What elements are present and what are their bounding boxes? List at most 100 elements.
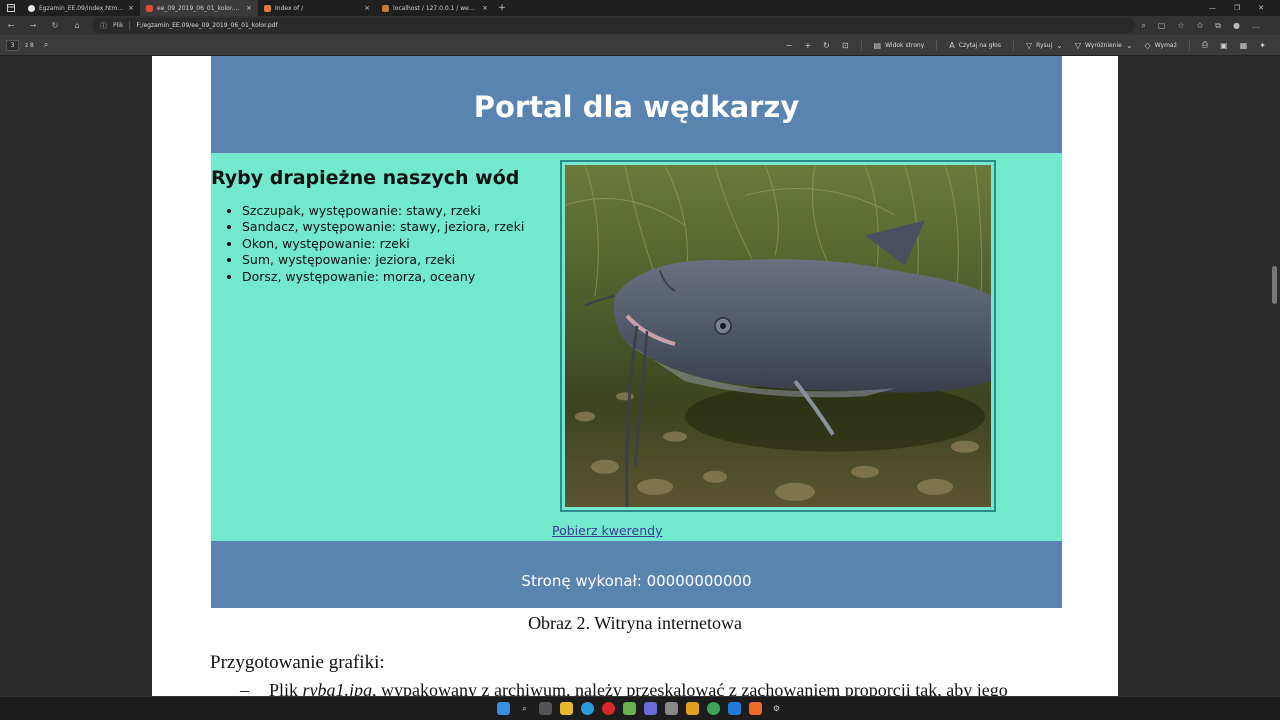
bullet-text: , wypakowany z archiwum, należy przeskal…: [372, 680, 1008, 696]
pin-icon[interactable]: ✦: [1259, 41, 1266, 50]
profile-icon[interactable]: ●: [1233, 21, 1240, 31]
zoom-icon[interactable]: ⌕: [1141, 21, 1145, 31]
home-icon[interactable]: ⌂: [66, 21, 88, 30]
xampp-icon[interactable]: [749, 702, 762, 715]
save-icon[interactable]: ▣: [1220, 41, 1228, 50]
tab-label: Egzamin_EE.09/index.html at ma: [39, 4, 125, 12]
page-count: z 8: [25, 41, 34, 49]
pdf-viewer[interactable]: Portal dla wędkarzy Ryby drapieżne naszy…: [0, 56, 1280, 696]
opera-icon[interactable]: [602, 702, 615, 715]
divider: [1188, 39, 1190, 51]
print-icon[interactable]: ⎙: [1202, 40, 1208, 50]
app-icon[interactable]: [644, 702, 657, 715]
address-field[interactable]: ⓘ Plik F:/egzamin_EE.09/ee_09_2019_06_01…: [92, 18, 1136, 33]
figure-caption: Obraz 2. Witryna internetowa: [528, 613, 742, 633]
read-mode-icon[interactable]: ▢: [1158, 21, 1166, 31]
zoom-in-icon[interactable]: +: [804, 41, 811, 50]
website-left-column: Ryby drapieżne naszych wód Szczupak, wys…: [211, 167, 551, 285]
highlight-button[interactable]: ▽ Wyróżnienie ⌄: [1075, 41, 1133, 50]
read-aloud-button[interactable]: A Czytaj na głos: [949, 41, 1001, 50]
browser-tab-active[interactable]: ee_09_2019_06_01_kolor.pdf ×: [140, 0, 258, 16]
page-number-input[interactable]: 3: [6, 39, 19, 51]
url-text[interactable]: F:/egzamin_EE.09/ee_09_2019_06_01_kolor.…: [136, 22, 277, 29]
chrome-icon[interactable]: [707, 702, 720, 715]
restore-icon[interactable]: ❐: [1234, 4, 1240, 12]
github-icon: [28, 4, 35, 12]
tab-close-icon[interactable]: ×: [246, 4, 252, 12]
window-controls: — ❐ ✕: [1209, 4, 1280, 12]
chevron-down-icon[interactable]: ⌄: [1126, 41, 1133, 50]
section-heading: Przygotowanie grafiki:: [210, 652, 385, 673]
refresh-icon[interactable]: ↻: [44, 21, 66, 30]
browser-tab[interactable]: Index of / ×: [258, 0, 376, 16]
minimize-icon[interactable]: —: [1209, 4, 1216, 12]
back-icon[interactable]: ←: [0, 21, 22, 30]
scrollbar-thumb[interactable]: [1272, 266, 1277, 304]
browser-tab[interactable]: Egzamin_EE.09/index.html at ma ×: [22, 0, 140, 16]
pdf-toolbar: 3 z 8 ⌕ − + ↻ ⊡ ▤ Widok strony A Czytaj na…: [0, 35, 1280, 56]
divider: [936, 39, 938, 51]
read-aloud-icon: A: [949, 40, 955, 50]
taskbar: ⌕ ⚙: [0, 696, 1280, 720]
page-view-icon: ▤: [873, 40, 882, 50]
search-icon[interactable]: ⌕: [44, 40, 48, 50]
draw-button[interactable]: ▽ Rysuj ⌄: [1026, 41, 1063, 50]
list-item: Sandacz, występowanie: stawy, jeziora, r…: [242, 219, 551, 235]
settings-icon[interactable]: ⚙: [770, 702, 783, 715]
notepad-icon[interactable]: [623, 702, 636, 715]
draw-icon: ▽: [1025, 40, 1033, 50]
zoom-out-icon[interactable]: −: [786, 41, 793, 50]
window-menu-icon[interactable]: [0, 0, 22, 16]
tab-close-icon[interactable]: ×: [128, 4, 134, 12]
erase-label: Wymaż: [1154, 41, 1177, 49]
forward-icon[interactable]: →: [22, 21, 44, 30]
read-aloud-label: Czytaj na głos: [958, 41, 1001, 49]
website-title: Portal dla wędkarzy: [473, 89, 800, 124]
tab-label: Index of /: [275, 4, 304, 12]
collections-icon[interactable]: ⧉: [1215, 21, 1221, 31]
instruction-bullet: – Plik ryba1.jpg, wypakowany z archiwum, …: [240, 680, 1008, 696]
phpmyadmin-icon: [382, 4, 389, 12]
vscode-icon[interactable]: [728, 702, 741, 715]
app-icon[interactable]: [686, 702, 699, 715]
footer-author: Stronę wykonał: 00000000000: [521, 572, 752, 590]
website-header: Portal dla wędkarzy: [211, 56, 1062, 153]
browser-tab[interactable]: localhost / 127.0.0.1 / wedkowa ×: [376, 0, 494, 16]
scheme-label: Plik: [113, 22, 124, 29]
info-icon[interactable]: ⓘ: [100, 21, 107, 31]
tab-close-icon[interactable]: ×: [482, 4, 488, 12]
download-queries-link[interactable]: Pobierz kwerendy: [552, 523, 662, 538]
erase-button[interactable]: ◇ Wymaż: [1145, 41, 1177, 50]
website-main: Ryby drapieżne naszych wód Szczupak, wys…: [211, 153, 1062, 541]
bullet-dash: –: [240, 680, 249, 696]
favorites-star-icon[interactable]: ☆: [1177, 21, 1184, 31]
list-item: Dorsz, występowanie: morza, oceany: [242, 269, 551, 285]
new-tab-button[interactable]: +: [494, 3, 510, 13]
address-actions: ⌕ ▢ ☆ ✩ ⧉ ● …: [1141, 21, 1280, 31]
page-view-button[interactable]: ▤ Widok strony: [874, 41, 925, 50]
file-explorer-icon[interactable]: [560, 702, 573, 715]
list-item: Szczupak, występowanie: stawy, rzeki: [242, 203, 551, 219]
fish-photo-frame: [560, 160, 996, 512]
tab-label: ee_09_2019_06_01_kolor.pdf: [157, 4, 243, 12]
save-as-icon[interactable]: ▦: [1240, 41, 1248, 50]
favorites-icon[interactable]: ✩: [1197, 21, 1204, 31]
chevron-down-icon[interactable]: ⌄: [1056, 41, 1063, 50]
more-icon[interactable]: …: [1252, 21, 1260, 31]
app-icon[interactable]: [665, 702, 678, 715]
start-icon[interactable]: [497, 702, 510, 715]
fit-page-icon[interactable]: ⊡: [842, 41, 849, 50]
catfish-photo: [565, 165, 991, 507]
close-window-icon[interactable]: ✕: [1258, 4, 1264, 12]
search-icon[interactable]: ⌕: [518, 702, 531, 715]
fish-list: Szczupak, występowanie: stawy, rzeki San…: [211, 203, 551, 285]
task-view-icon[interactable]: [539, 702, 552, 715]
erase-icon: ◇: [1144, 40, 1151, 50]
tab-close-icon[interactable]: ×: [364, 4, 370, 12]
list-item: Sum, występowanie: jeziora, rzeki: [242, 252, 551, 268]
edge-icon[interactable]: [581, 702, 594, 715]
pdf-tools: − + ↻ ⊡ ▤ Widok strony A Czytaj na głos ▽ R…: [786, 39, 1280, 51]
address-divider: [129, 21, 131, 30]
bullet-prefix: Plik: [269, 680, 303, 696]
rotate-icon[interactable]: ↻: [823, 41, 830, 50]
